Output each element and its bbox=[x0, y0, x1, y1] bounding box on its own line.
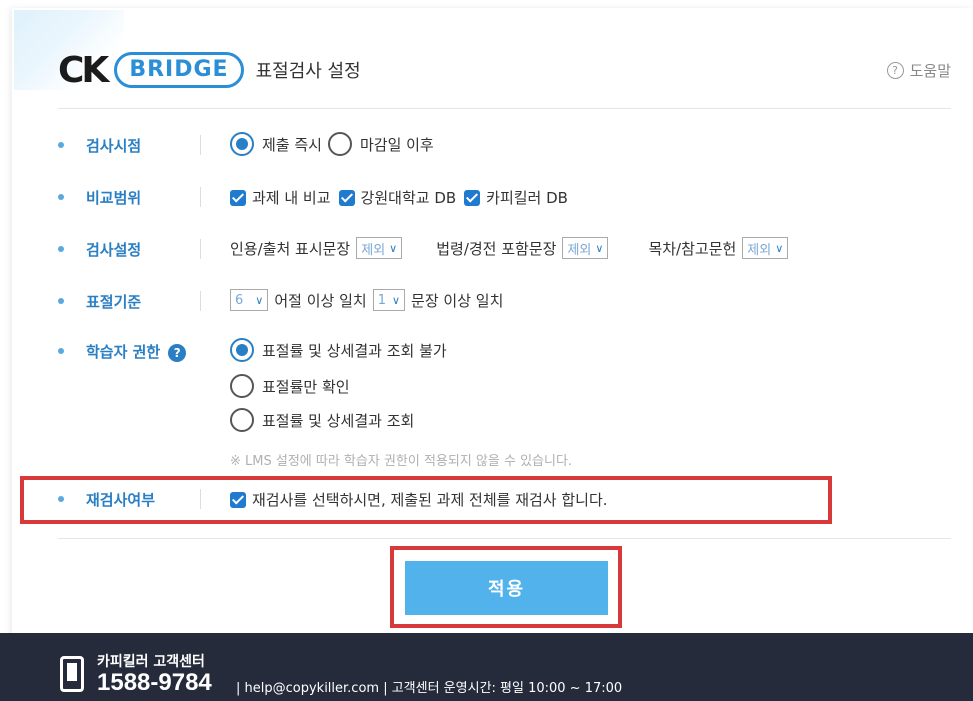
bullet bbox=[58, 246, 64, 252]
question-circle-icon: ? bbox=[886, 62, 904, 79]
page-title: 표절검사 설정 bbox=[255, 61, 361, 82]
row-label: 검사시점 bbox=[86, 137, 142, 155]
permission-option-3: 표절률 및 상세결과 조회 bbox=[230, 408, 414, 432]
checkbox-copykiller-db[interactable] bbox=[464, 189, 481, 206]
bullet bbox=[58, 194, 64, 200]
bullet bbox=[58, 142, 64, 148]
separator bbox=[200, 187, 201, 207]
checkbox-university-db[interactable] bbox=[338, 189, 355, 206]
separator bbox=[200, 135, 201, 155]
law-label: 법령/경전 포함문장 bbox=[436, 239, 557, 258]
row-label: 비교범위 bbox=[86, 189, 142, 207]
bullet bbox=[58, 348, 64, 354]
row-label: 표절기준 bbox=[86, 293, 142, 311]
row-label: 검사설정 bbox=[86, 241, 142, 259]
row-inspection-time: 검사시점 제출 즉시 마감일 이후 bbox=[58, 132, 958, 158]
help-link[interactable]: ? 도움말 bbox=[886, 60, 951, 81]
cs-info: | help@copykiller.com | 고객센터 운영시간: 평일 10… bbox=[236, 681, 623, 696]
bullet bbox=[58, 298, 64, 304]
radio-permission-full[interactable] bbox=[230, 408, 254, 432]
highlight-box bbox=[20, 476, 832, 524]
radio-permission-none-label[interactable]: 표절률 및 상세결과 조회 불가 bbox=[262, 340, 447, 361]
separator bbox=[200, 239, 201, 259]
checkbox-in-assignment-label[interactable]: 과제 내 비교 bbox=[252, 187, 331, 208]
radio-permission-rate-label[interactable]: 표절률만 확인 bbox=[262, 376, 350, 397]
chevron-down-icon: ∨ bbox=[391, 293, 401, 307]
row-plagiarism-criteria: 표절기준 6 ∨ 어절 이상 일치 1 ∨ 문장 이상 일치 bbox=[58, 288, 958, 314]
radio-immediate[interactable] bbox=[230, 132, 254, 156]
checkbox-copykiller-db-label[interactable]: 카피킬러 DB bbox=[486, 187, 568, 208]
sentence-text: 문장 이상 일치 bbox=[411, 291, 504, 310]
help-label: 도움말 bbox=[909, 62, 951, 80]
radio-permission-full-label[interactable]: 표절률 및 상세결과 조회 bbox=[262, 410, 414, 431]
checkbox-university-db-label[interactable]: 강원대학교 DB bbox=[361, 187, 457, 208]
permission-note: ※ LMS 설정에 따라 학습자 권한이 적용되지 않을 수 있습니다. bbox=[230, 454, 573, 469]
chevron-down-icon: ∨ bbox=[775, 241, 784, 255]
row-label: 학습자 권한? bbox=[86, 341, 187, 362]
toc-label: 목차/참고문헌 bbox=[648, 239, 737, 258]
word-count-select[interactable]: 6 ∨ bbox=[230, 289, 269, 311]
comparison-scope-options: 과제 내 비교 강원대학교 DB 카피킬러 DB bbox=[230, 187, 568, 208]
chevron-down-icon: ∨ bbox=[389, 241, 398, 255]
radio-immediate-label[interactable]: 제출 즉시 bbox=[262, 134, 322, 155]
divider bbox=[58, 538, 951, 539]
inspection-time-options: 제출 즉시 마감일 이후 bbox=[230, 132, 434, 156]
permission-option-2: 표절률만 확인 bbox=[230, 374, 350, 398]
law-select[interactable]: 제외 ∨ bbox=[562, 237, 609, 259]
checkbox-in-assignment[interactable] bbox=[230, 189, 246, 206]
logo-bridge: BRIDGE bbox=[114, 52, 244, 88]
citation-select[interactable]: 제외 ∨ bbox=[356, 237, 403, 259]
row-inspection-settings: 검사설정 인용/출처 표시문장 제외 ∨ 법령/경전 포함문장 제외 ∨ 목차/참고… bbox=[58, 236, 958, 262]
permission-option-1: 표절률 및 상세결과 조회 불가 bbox=[230, 338, 447, 362]
chevron-down-icon: ∨ bbox=[255, 293, 264, 307]
separator bbox=[200, 291, 201, 311]
sentence-count-select[interactable]: 1 ∨ bbox=[372, 289, 406, 311]
row-learner-permission: 학습자 권한? 표절률 및 상세결과 조회 불가 표절률만 확인 표절률 및 상… bbox=[58, 338, 958, 469]
question-badge-icon[interactable]: ? bbox=[168, 344, 187, 362]
plagiarism-criteria-options: 6 ∨ 어절 이상 일치 1 ∨ 문장 이상 일치 bbox=[230, 289, 503, 311]
cs-label: 카피킬러 고객센터 bbox=[97, 654, 205, 670]
logo-ck: CK bbox=[58, 49, 109, 91]
row-comparison-scope: 비교범위 과제 내 비교 강원대학교 DB 카피킬러 DB bbox=[58, 186, 958, 208]
inspection-settings-options: 인용/출처 표시문장 제외 ∨ 법령/경전 포함문장 제외 ∨ 목차/참고문헌 제외… bbox=[230, 237, 794, 259]
cs-phone: 1588-9784 bbox=[97, 669, 212, 696]
apply-button[interactable]: 적용 bbox=[405, 561, 608, 615]
divider bbox=[58, 108, 951, 109]
header: CK BRIDGE 표절검사 설정 bbox=[58, 48, 361, 92]
radio-after-deadline-label[interactable]: 마감일 이후 bbox=[360, 134, 434, 155]
citation-label: 인용/출처 표시문장 bbox=[230, 239, 351, 258]
chevron-down-icon: ∨ bbox=[595, 241, 604, 255]
word-text: 어절 이상 일치 bbox=[274, 291, 367, 310]
phone-icon bbox=[60, 656, 84, 692]
radio-after-deadline[interactable] bbox=[327, 132, 352, 156]
radio-permission-rate[interactable] bbox=[230, 374, 254, 398]
radio-permission-none[interactable] bbox=[230, 338, 254, 362]
toc-select[interactable]: 제외 ∨ bbox=[742, 237, 789, 259]
